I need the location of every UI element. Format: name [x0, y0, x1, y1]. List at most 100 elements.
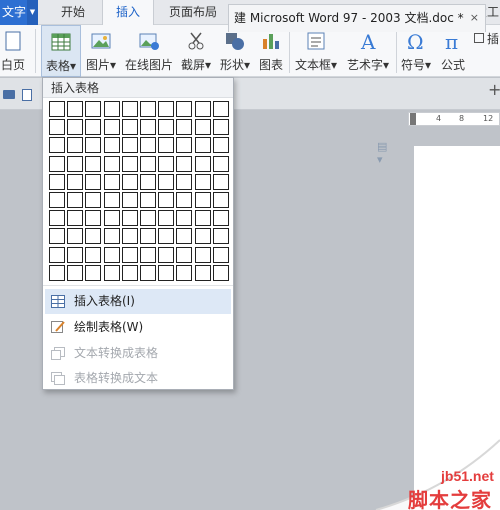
- table-grid-cell[interactable]: [103, 192, 120, 208]
- table-grid-cell[interactable]: [67, 228, 84, 245]
- table-grid-cell[interactable]: [158, 228, 175, 245]
- table-grid-cell[interactable]: [194, 101, 211, 117]
- screenshot-button[interactable]: 截屏▾: [178, 25, 214, 77]
- table-grid-cell[interactable]: [176, 264, 193, 281]
- table-grid-cell[interactable]: [85, 173, 102, 190]
- table-grid-cell[interactable]: [140, 119, 156, 136]
- table-grid-cell[interactable]: [194, 228, 211, 245]
- table-grid-cell[interactable]: [158, 137, 175, 154]
- table-grid-cell[interactable]: [194, 210, 211, 227]
- table-grid-cell[interactable]: [85, 119, 102, 136]
- table-grid-cell[interactable]: [103, 119, 120, 136]
- table-grid-cell[interactable]: [212, 173, 229, 190]
- table-grid-cell[interactable]: [158, 246, 175, 263]
- textbox-button[interactable]: 文本框▾: [291, 25, 341, 77]
- table-grid-cell[interactable]: [140, 137, 156, 154]
- horizontal-ruler[interactable]: 4 8 12: [408, 112, 500, 126]
- table-grid-cell[interactable]: [212, 155, 229, 172]
- table-grid-cell[interactable]: [158, 210, 175, 227]
- app-menu-dropdown-icon[interactable]: ▼: [27, 0, 38, 25]
- table-grid-cell[interactable]: [67, 210, 84, 227]
- table-grid-cell[interactable]: [212, 246, 229, 263]
- table-grid-cell[interactable]: [49, 192, 65, 208]
- table-grid-cell[interactable]: [176, 210, 193, 227]
- table-grid-cell[interactable]: [140, 173, 156, 190]
- table-grid-cell[interactable]: [176, 173, 193, 190]
- table-grid-cell[interactable]: [176, 155, 193, 172]
- table-grid-cell[interactable]: [194, 264, 211, 281]
- table-grid-cell[interactable]: [158, 101, 175, 117]
- table-grid-cell[interactable]: [194, 119, 211, 136]
- table-grid-cell[interactable]: [212, 101, 229, 117]
- formula-button[interactable]: π 公式: [436, 25, 470, 77]
- table-grid-cell[interactable]: [85, 210, 102, 227]
- table-grid-cell[interactable]: [212, 137, 229, 154]
- table-grid-cell[interactable]: [158, 155, 175, 172]
- picture-button[interactable]: 图片▾: [83, 25, 119, 77]
- app-menu-button[interactable]: 文字 ▼: [0, 0, 38, 25]
- table-grid-cell[interactable]: [103, 173, 120, 190]
- tab-insert[interactable]: 插入: [102, 0, 154, 26]
- wordart-button[interactable]: A 艺术字▾: [343, 25, 393, 77]
- chart-button[interactable]: 图表: [255, 25, 287, 77]
- table-grid-cell[interactable]: [176, 101, 193, 117]
- document-tab[interactable]: 建 Microsoft Word 97 - 2003 文档.doc * ×: [228, 4, 486, 32]
- table-grid-cell[interactable]: [140, 101, 156, 117]
- table-grid-cell[interactable]: [103, 246, 120, 263]
- table-grid-cell[interactable]: [49, 119, 65, 136]
- table-size-grid[interactable]: [49, 101, 229, 285]
- table-grid-cell[interactable]: [103, 137, 120, 154]
- online-picture-button[interactable]: 在线图片: [122, 25, 176, 77]
- table-grid-cell[interactable]: [103, 228, 120, 245]
- symbol-button[interactable]: Ω 符号▾: [398, 25, 434, 77]
- table-grid-cell[interactable]: [194, 192, 211, 208]
- table-grid-cell[interactable]: [67, 137, 84, 154]
- shapes-button[interactable]: 形状▾: [217, 25, 253, 77]
- table-grid-cell[interactable]: [194, 246, 211, 263]
- table-grid-cell[interactable]: [49, 155, 65, 172]
- table-grid-cell[interactable]: [158, 192, 175, 208]
- table-grid-cell[interactable]: [49, 210, 65, 227]
- table-grid-cell[interactable]: [212, 210, 229, 227]
- table-grid-cell[interactable]: [140, 246, 156, 263]
- table-grid-cell[interactable]: [49, 101, 65, 117]
- table-grid-cell[interactable]: [194, 173, 211, 190]
- table-grid-cell[interactable]: [67, 246, 84, 263]
- table-grid-cell[interactable]: [49, 264, 65, 281]
- table-grid-cell[interactable]: [158, 173, 175, 190]
- table-grid-cell[interactable]: [194, 155, 211, 172]
- table-grid-cell[interactable]: [85, 101, 102, 117]
- table-grid-cell[interactable]: [158, 119, 175, 136]
- text-to-table-menu-item[interactable]: 文本转换成表格: [45, 341, 231, 366]
- table-grid-cell[interactable]: [176, 119, 193, 136]
- table-grid-cell[interactable]: [176, 228, 193, 245]
- table-grid-cell[interactable]: [176, 192, 193, 208]
- table-grid-cell[interactable]: [67, 173, 84, 190]
- table-grid-cell[interactable]: [176, 137, 193, 154]
- table-grid-cell[interactable]: [140, 192, 156, 208]
- table-to-text-menu-item[interactable]: 表格转换成文本: [45, 366, 231, 391]
- table-grid-cell[interactable]: [212, 264, 229, 281]
- table-grid-cell[interactable]: [212, 119, 229, 136]
- table-grid-cell[interactable]: [85, 137, 102, 154]
- table-grid-cell[interactable]: [103, 264, 120, 281]
- print-icon[interactable]: [3, 90, 15, 99]
- table-grid-cell[interactable]: [212, 192, 229, 208]
- table-grid-cell[interactable]: [103, 101, 120, 117]
- table-grid-cell[interactable]: [121, 137, 138, 154]
- table-grid-cell[interactable]: [158, 264, 175, 281]
- table-grid-cell[interactable]: [121, 101, 138, 117]
- table-grid-cell[interactable]: [67, 155, 84, 172]
- table-grid-cell[interactable]: [140, 210, 156, 227]
- table-grid-cell[interactable]: [121, 228, 138, 245]
- table-grid-cell[interactable]: [49, 137, 65, 154]
- table-grid-cell[interactable]: [121, 155, 138, 172]
- table-grid-cell[interactable]: [67, 101, 84, 117]
- table-grid-cell[interactable]: [121, 192, 138, 208]
- table-grid-cell[interactable]: [49, 228, 65, 245]
- table-grid-cell[interactable]: [49, 173, 65, 190]
- table-grid-cell[interactable]: [140, 155, 156, 172]
- indent-marker-icon[interactable]: [410, 113, 416, 125]
- blank-page-button[interactable]: 白页: [0, 25, 32, 77]
- new-tab-icon[interactable]: +: [488, 80, 500, 99]
